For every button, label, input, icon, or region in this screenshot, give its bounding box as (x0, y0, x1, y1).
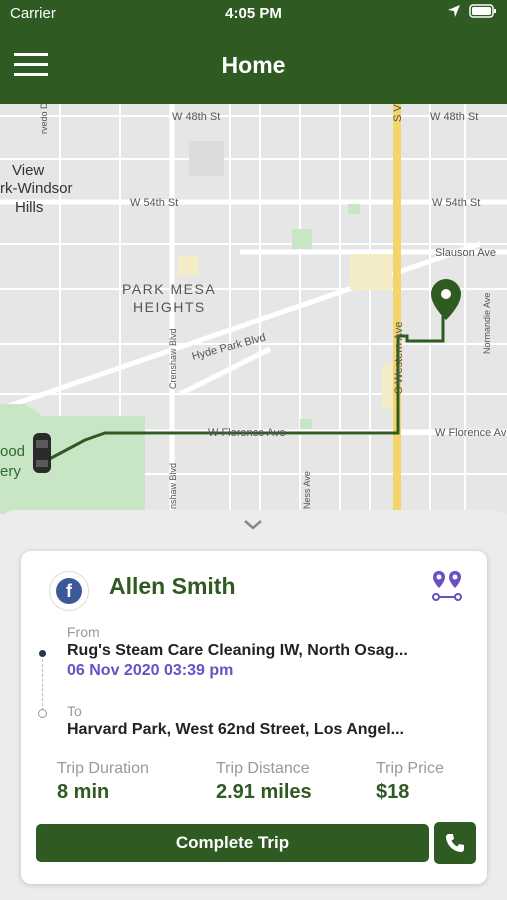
trip-card: f Allen Smith From Rug's Steam Care Clea… (21, 551, 487, 884)
price-label: Trip Price (376, 760, 444, 777)
map-label-park-mesa: PARK MESA (122, 281, 216, 297)
to-address: Harvard Park, West 62nd Street, Los Ange… (67, 721, 404, 738)
complete-trip-button[interactable]: Complete Trip (36, 824, 429, 862)
facebook-icon: f (56, 578, 82, 604)
avatar: f (49, 571, 89, 611)
phone-icon (446, 834, 464, 852)
map-label-ood: ood (0, 443, 25, 460)
from-dot-icon (39, 650, 46, 657)
map-label-w54: W 54th St (130, 197, 178, 209)
from-datetime: 06 Nov 2020 03:39 pm (67, 662, 234, 679)
map-label-w48b: W 48th St (430, 111, 478, 123)
distance-label: Trip Distance (216, 760, 310, 777)
map-label-heights: HEIGHTS (133, 299, 206, 315)
map-label-w48: W 48th St (172, 111, 220, 123)
app-header: Carrier 4:05 PM Home (0, 0, 507, 104)
map-label-normandie: Normandie Ave (482, 293, 492, 354)
map-label-crenshaw: Crenshaw Blvd (168, 328, 178, 389)
map-label-florence: W Florence Ave (208, 427, 285, 439)
battery-icon (469, 4, 496, 18)
price-value: $18 (376, 781, 410, 803)
map-label-florence2: W Florence Ave (435, 427, 507, 439)
duration-value: 8 min (57, 781, 110, 803)
page-title: Home (221, 52, 286, 78)
map-label-ery: ery (0, 463, 21, 480)
route-connector (42, 659, 43, 711)
driver-name: Allen Smith (109, 573, 236, 599)
map-view[interactable]: PARK MESA HEIGHTS View rk-Windsor Hills … (0, 104, 507, 514)
map-label-western: S Western Ave (393, 322, 405, 394)
to-dot-icon (38, 709, 47, 718)
map-label-hills: Hills (15, 199, 43, 216)
map-label-windsor: rk-Windsor (0, 180, 73, 197)
map-canvas: PARK MESA HEIGHTS View rk-Windsor Hills … (0, 104, 507, 514)
map-label-sepulveda: rvedo Dr (39, 104, 49, 134)
from-address: Rug's Steam Care Cleaning IW, North Osag… (67, 642, 408, 659)
from-label: From (67, 624, 100, 640)
call-button[interactable] (434, 822, 476, 864)
route-icon[interactable] (431, 569, 463, 603)
map-label-slauson: Slauson Ave (435, 247, 496, 259)
status-icons (447, 4, 497, 18)
chevron-down-icon[interactable] (243, 519, 263, 531)
to-label: To (67, 703, 82, 719)
duration-label: Trip Duration (57, 760, 149, 777)
car-icon (33, 433, 51, 473)
distance-value: 2.91 miles (216, 781, 312, 803)
location-arrow-icon (448, 5, 460, 17)
map-label-crenshaw2: nshaw Blvd (168, 463, 178, 509)
map-label-western-top: S V (392, 104, 404, 122)
status-time: 4:05 PM (225, 5, 282, 22)
map-label-ness: Ness Ave (302, 471, 312, 509)
map-label-view: View (12, 162, 44, 179)
status-bar: Carrier 4:05 PM (0, 0, 507, 28)
map-label-w54b: W 54th St (432, 197, 480, 209)
